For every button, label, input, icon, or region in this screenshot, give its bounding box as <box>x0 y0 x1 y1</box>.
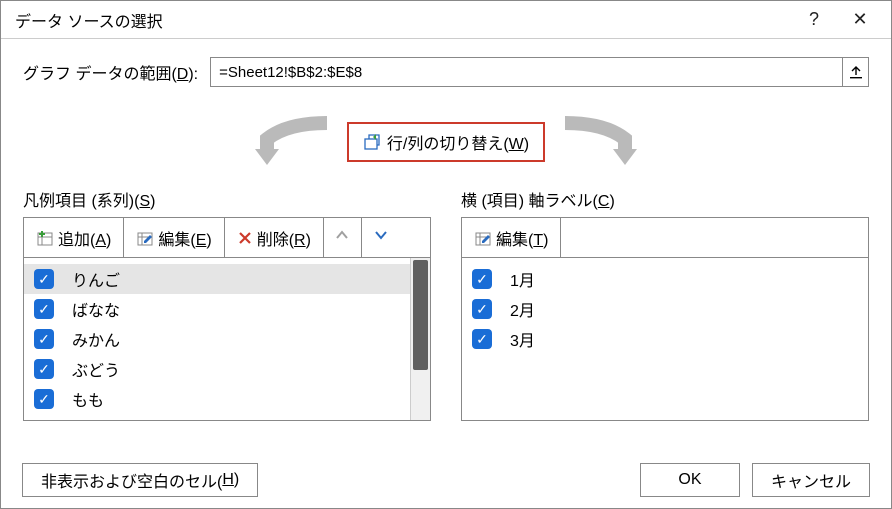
list-item[interactable]: ✓ ばなな <box>24 294 430 324</box>
remove-icon <box>237 230 253 246</box>
legend-toolbar: 追加(A) 編集(E) 削除(R) <box>23 217 431 257</box>
list-item[interactable]: ✓ 3月 <box>462 324 868 354</box>
checkbox[interactable]: ✓ <box>34 299 54 319</box>
list-item[interactable]: ✓ りんご <box>24 264 430 294</box>
titlebar: データ ソースの選択 ? ✕ <box>1 1 891 39</box>
list-item-label: もも <box>72 387 104 411</box>
edit-series-button[interactable]: 編集(E) <box>124 218 224 257</box>
move-down-button[interactable] <box>362 218 400 257</box>
checkbox[interactable]: ✓ <box>34 389 54 409</box>
remove-series-button[interactable]: 削除(R) <box>225 218 324 257</box>
chart-range-input[interactable] <box>211 58 842 86</box>
dialog-footer: 非表示および空白のセル(H) OK キャンセル <box>0 451 892 509</box>
legend-listbox[interactable]: ✓ りんご ✓ ばなな ✓ みかん ✓ ぶどう ✓ もも <box>23 257 431 421</box>
checkbox[interactable]: ✓ <box>34 269 54 289</box>
edit-icon <box>474 229 492 247</box>
scrollbar[interactable] <box>410 258 430 420</box>
list-item-label: りんご <box>72 267 120 291</box>
edit-axis-button[interactable]: 編集(T) <box>462 218 561 257</box>
ok-button[interactable]: OK <box>640 463 740 497</box>
checkbox[interactable]: ✓ <box>472 299 492 319</box>
collapse-dialog-button[interactable] <box>842 58 868 86</box>
checkbox[interactable]: ✓ <box>34 359 54 379</box>
help-button[interactable]: ? <box>791 2 837 38</box>
switch-row-column-button[interactable]: 行/列の切り替え(W) <box>347 122 545 162</box>
move-up-button[interactable] <box>324 218 362 257</box>
axis-section-label: 横 (項目) 軸ラベル(C) <box>461 187 869 211</box>
dialog-title: データ ソースの選択 <box>15 8 791 32</box>
add-series-button[interactable]: 追加(A) <box>24 218 124 257</box>
legend-section: 凡例項目 (系列)(S) 追加(A) 編集(E) 削除(R) <box>23 187 431 421</box>
arrow-left-icon <box>227 115 347 170</box>
axis-listbox[interactable]: ✓ 1月 ✓ 2月 ✓ 3月 <box>461 257 869 421</box>
list-item[interactable]: ✓ 1月 <box>462 264 868 294</box>
scroll-thumb[interactable] <box>413 260 428 370</box>
list-item[interactable]: ✓ 2月 <box>462 294 868 324</box>
arrow-right-icon <box>545 115 665 170</box>
list-item-label: みかん <box>72 327 120 351</box>
axis-toolbar: 編集(T) <box>461 217 869 257</box>
legend-section-label: 凡例項目 (系列)(S) <box>23 187 431 211</box>
list-item-label: 3月 <box>510 327 535 351</box>
chart-range-label: グラフ データの範囲(D): <box>23 60 198 84</box>
list-item-label: ばなな <box>72 297 120 321</box>
collapse-icon <box>849 65 863 79</box>
edit-icon <box>136 229 154 247</box>
switch-icon <box>363 133 381 151</box>
chevron-down-icon <box>373 228 389 247</box>
checkbox[interactable]: ✓ <box>472 269 492 289</box>
chart-range-row: グラフ データの範囲(D): <box>23 57 869 87</box>
add-icon <box>36 229 54 247</box>
list-item[interactable]: ✓ ぶどう <box>24 354 430 384</box>
chevron-up-icon <box>334 228 350 247</box>
axis-section: 横 (項目) 軸ラベル(C) 編集(T) ✓ 1月 ✓ 2月 ✓ 3月 <box>461 187 869 421</box>
checkbox[interactable]: ✓ <box>472 329 492 349</box>
switch-row-column-row: 行/列の切り替え(W) <box>23 115 869 169</box>
list-item[interactable]: ✓ もも <box>24 384 430 414</box>
close-button[interactable]: ✕ <box>837 2 883 38</box>
hidden-blank-cells-button[interactable]: 非表示および空白のセル(H) <box>22 463 258 497</box>
list-item-label: ぶどう <box>72 357 120 381</box>
list-item-label: 2月 <box>510 297 535 321</box>
list-item-label: 1月 <box>510 267 535 291</box>
list-item[interactable]: ✓ みかん <box>24 324 430 354</box>
checkbox[interactable]: ✓ <box>34 329 54 349</box>
cancel-button[interactable]: キャンセル <box>752 463 870 497</box>
